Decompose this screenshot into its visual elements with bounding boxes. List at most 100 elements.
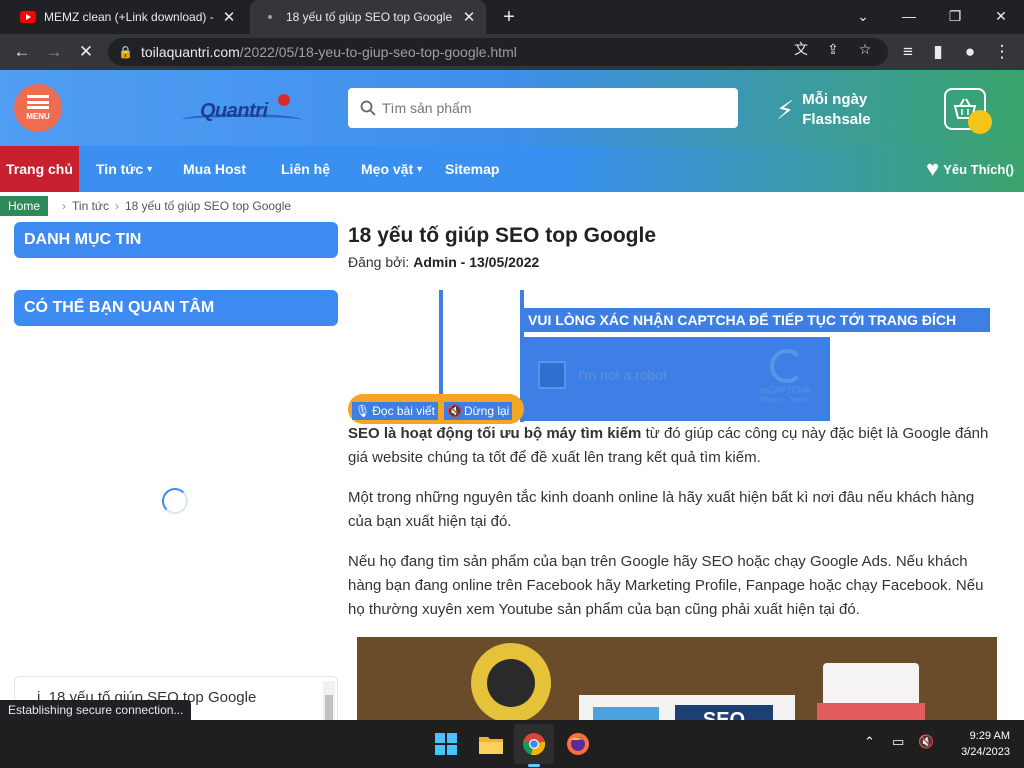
url-path: /2022/05/18-yeu-to-giup-seo-top-google.h… [239,44,517,60]
site-header: MENU Quantri Tìm sản phẩm ⚡ Mỗi ngày Fla… [0,70,1024,146]
cart-badge [968,110,992,134]
forward-icon[interactable]: → [42,40,66,64]
meta-author-date: Admin - 13/05/2022 [413,254,540,270]
browser-toolbar: ← → ✕ 🔒 toilaquantri.com/2022/05/18-yeu-… [0,34,1024,70]
article-paragraph-1: SEO là hoạt động tối ưu bộ máy tìm kiếm … [348,422,998,470]
tab-seo-article[interactable]: 18 yếu tố giúp SEO top Google ✕ [250,0,486,34]
captcha-terms[interactable]: Privacy - Terms [760,397,808,404]
menu-button[interactable]: MENU [14,84,62,132]
article-paragraph-2: Một trong những nguyên tắc kinh doanh on… [348,489,975,530]
nav-item-home[interactable]: Trang chủ [0,146,79,192]
nav-item-news[interactable]: Tin tức ▼ [96,146,154,192]
nav-item-buy-host[interactable]: Mua Host [183,146,246,192]
new-tab-button[interactable]: + [498,6,520,28]
url-host: toilaquantri.com [140,44,240,60]
search-icon [360,100,376,116]
reading-list-icon[interactable]: ≡ [896,40,920,64]
recaptcha-logo-icon [770,349,804,383]
restore-button[interactable]: ❐ [932,0,978,32]
youtube-icon [20,9,36,25]
captcha-message: VUI LÒNG XÁC NHẬN CAPTCHA ĐỂ TIẾP TỤC TỚ… [524,308,990,332]
hamburger-icon [27,95,49,109]
sidebar-category-box[interactable]: DANH MỤC TIN [14,222,338,258]
taskbar-clock[interactable]: 9:29 AM 3/24/2023 [946,728,1010,760]
caret-down-icon: ▼ [415,164,425,174]
tab-title: MEMZ clean (+Link download) - [44,10,214,24]
nav-item-sitemap[interactable]: Sitemap [445,146,499,192]
nav-item-contact[interactable]: Liên hệ [281,146,330,192]
article-title: 18 yếu tố giúp SEO top Google [348,224,657,247]
address-bar[interactable]: 🔒 toilaquantri.com/2022/05/18-yeu-to-giu… [108,38,888,66]
heart-icon: ♥ [926,156,940,181]
clock-time: 9:29 AM [969,730,1010,742]
page-content: Home › Tin tức › 18 yếu tố giúp SEO top … [0,192,1024,720]
bookmark-star-icon[interactable]: ☆ [856,40,874,58]
windows-start-icon[interactable] [432,730,460,758]
clock-graphic [471,643,551,720]
lightning-icon: ⚡ [776,95,795,125]
paragraph-bold-lead: SEO là hoạt động tối ưu bộ máy tìm kiếm [348,425,642,442]
flashsale-line1: Mỗi ngày [802,91,868,108]
search-input[interactable]: Tìm sản phẩm [348,88,738,128]
toc-scrollbar[interactable] [323,681,335,720]
chrome-icon[interactable] [520,730,548,758]
menu-label: MENU [26,112,50,121]
favorites-label: Yêu Thích() [943,161,1014,177]
captcha-brand: reCAPTCHA [760,385,812,395]
captcha-checkbox[interactable] [538,361,566,389]
breadcrumb-home[interactable]: Home [0,196,49,216]
tab-search-icon[interactable]: ⌄ [840,0,886,32]
search-placeholder: Tìm sản phẩm [382,100,472,116]
close-window-button[interactable]: ✕ [978,0,1024,32]
envelope-graphic [817,663,925,720]
meta-prefix: Đăng bởi: [348,254,410,270]
firefox-icon[interactable] [564,730,592,758]
article-paragraph-3: Nếu họ đang tìm sản phẩm của bạn trên Go… [348,553,984,618]
more-menu-icon[interactable]: ⋮ [990,40,1014,64]
logo-text: Quantri [200,100,268,122]
sidebar-interest-box[interactable]: CÓ THỂ BẠN QUAN TÂM [14,290,338,326]
site-logo[interactable]: Quantri [182,94,302,128]
lock-icon[interactable]: 🔒 [118,45,133,59]
image-seo-text: SEO [675,705,773,720]
nav-item-tips[interactable]: Mẹo vặt ▼ [361,146,424,192]
status-bubble: Establishing secure connection... [0,700,192,720]
volume-muted-icon[interactable]: 🔇 [918,734,934,750]
breadcrumb: Home › Tin tức › 18 yếu tố giúp SEO top … [0,196,291,216]
article-meta: Đăng bởi: Admin - 13/05/2022 [348,254,539,270]
tab-strip: MEMZ clean (+Link download) - ✕ 18 yếu t… [0,0,1024,34]
close-tab-icon[interactable]: ✕ [218,6,240,28]
read-article-button[interactable]: 🎙 Đọc bài viết [352,402,438,420]
chevron-right-icon: › [114,199,119,213]
text-to-speech-bar: 🎙 Đọc bài viết 🔇 Dừng lại [348,394,524,424]
file-explorer-icon[interactable] [477,730,505,758]
profile-icon[interactable]: ● [958,40,982,64]
tab-memz[interactable]: MEMZ clean (+Link download) - ✕ [8,0,246,34]
flashsale-line2: Flashsale [802,111,871,128]
chevron-up-icon[interactable]: ⌃ [864,734,875,750]
stop-reading-button[interactable]: 🔇 Dừng lại [444,402,513,420]
mute-microphone-icon: 🔇 [447,404,462,418]
breadcrumb-current: 18 yếu tố giúp SEO top Google [124,199,292,213]
back-icon[interactable]: ← [10,40,34,64]
breadcrumb-category[interactable]: Tin tức [72,199,109,213]
clock-date: 3/24/2023 [961,746,1010,758]
favorites-link[interactable]: ♥ Yêu Thích() [926,146,1014,192]
stop-loading-icon[interactable]: ✕ [74,40,98,64]
minimize-button[interactable]: — [886,0,932,32]
tab-title: 18 yếu tố giúp SEO top Google [286,10,453,24]
loading-spinner-icon [162,488,188,514]
flashsale-link[interactable]: ⚡ Mỗi ngày Flashsale [776,90,871,130]
share-icon[interactable]: ⇪ [824,40,842,58]
article-image: SEO [357,637,997,720]
side-panel-icon[interactable]: ▮ [926,40,950,64]
network-icon[interactable]: ▭ [892,734,904,750]
translate-icon[interactable]: 文 [792,40,810,58]
close-tab-icon[interactable]: ✕ [458,6,480,28]
logo-heart-icon [278,94,290,106]
windows-taskbar: ⌃ ▭ 🔇 9:29 AM 3/24/2023 [0,720,1024,768]
recaptcha-widget: I'm not a robot reCAPTCHA Privacy - Term… [522,337,830,421]
microphone-icon: 🎙 [355,404,371,418]
loading-icon [262,9,278,25]
captcha-label: I'm not a robot [578,367,668,383]
